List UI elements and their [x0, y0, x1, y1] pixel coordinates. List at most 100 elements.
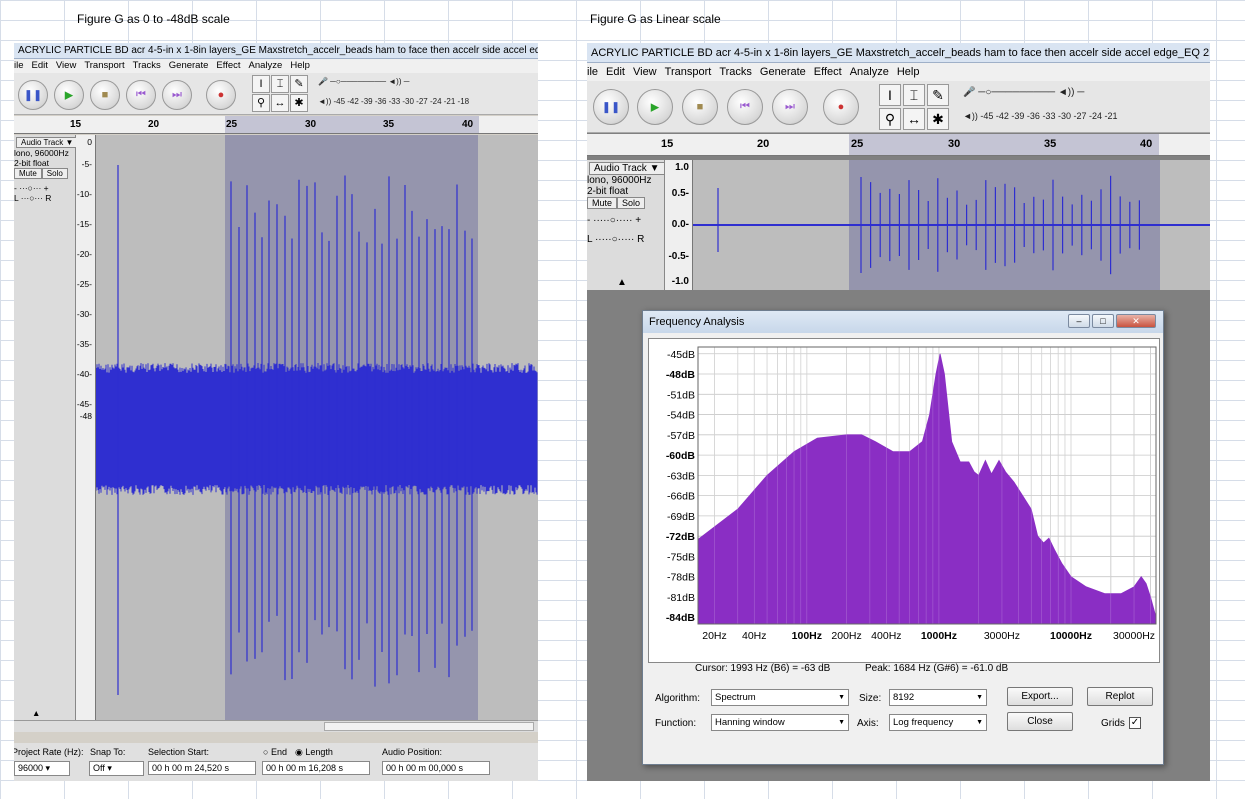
- menu-transport[interactable]: Transport: [665, 66, 712, 78]
- length-field[interactable]: 00 h 00 m 16,208 s: [262, 761, 370, 775]
- skip-end-button[interactable]: ⏭: [772, 89, 808, 125]
- gain-slider[interactable]: - ·····○····· +: [587, 215, 664, 226]
- menu-effect[interactable]: Effect: [814, 66, 842, 78]
- skip-start-button[interactable]: ⏮: [126, 80, 156, 110]
- track-name-menu[interactable]: Audio Track ▼: [589, 162, 665, 175]
- menu-file[interactable]: ile: [14, 60, 24, 71]
- track-rate: lono, 96000Hz: [587, 175, 652, 186]
- function-select[interactable]: Hanning window: [711, 714, 849, 731]
- selection-tool-button[interactable]: I: [252, 75, 270, 93]
- stop-icon: ■: [101, 89, 109, 101]
- audio-pos-field[interactable]: 00 h 00 m 00,000 s: [382, 761, 490, 775]
- waveform-linear[interactable]: [693, 160, 1210, 290]
- record-icon: ●: [837, 101, 845, 113]
- record-button[interactable]: ●: [206, 80, 236, 110]
- envelope-tool-button[interactable]: ⌶: [271, 75, 289, 93]
- menu-analyze[interactable]: Analyze: [850, 66, 889, 78]
- pan-slider[interactable]: L ·····○····· R: [587, 234, 664, 245]
- pan-slider[interactable]: L ···○··· R: [14, 193, 75, 203]
- timeshift-tool-button[interactable]: ↔: [271, 94, 289, 112]
- db-axis-label: -60dB: [666, 450, 696, 462]
- algorithm-select[interactable]: Spectrum: [711, 689, 849, 706]
- play-button[interactable]: ▶: [637, 89, 673, 125]
- collapse-icon[interactable]: ▲: [617, 277, 627, 288]
- grids-checkbox[interactable]: ✓: [1129, 717, 1141, 729]
- draw-tool-button[interactable]: ✎: [927, 84, 949, 106]
- menu-tracks[interactable]: Tracks: [133, 60, 161, 71]
- spectrum-plot-area: -45dB -48dB -51dB -54dB -57dB -60dB -63dB -66dB…: [648, 338, 1160, 663]
- ruler-tick: 20: [148, 119, 160, 130]
- record-icon: ●: [217, 89, 225, 101]
- menu-effect[interactable]: Effect: [216, 60, 240, 71]
- stop-button[interactable]: ■: [682, 89, 718, 125]
- menu-edit[interactable]: Edit: [606, 66, 625, 78]
- close-window-button[interactable]: ✕: [1116, 314, 1156, 328]
- spectrum-svg[interactable]: -45dB -48dB -51dB -54dB -57dB -60dB -63dB -66dB…: [649, 339, 1159, 662]
- db-tick: -25-: [76, 279, 92, 289]
- db-axis-label: -72dB: [666, 531, 696, 543]
- menu-transport[interactable]: Transport: [84, 60, 124, 71]
- skip-end-button[interactable]: ⏭: [162, 80, 192, 110]
- play-button[interactable]: ▶: [54, 80, 84, 110]
- end-radio[interactable]: ○ End: [263, 747, 287, 757]
- draw-tool-button[interactable]: ✎: [290, 75, 308, 93]
- menu-tracks[interactable]: Tracks: [719, 66, 752, 78]
- stop-icon: ■: [696, 101, 704, 113]
- menu-view[interactable]: View: [633, 66, 657, 78]
- menu-file[interactable]: ile: [587, 66, 598, 78]
- selection-tool-button[interactable]: I: [879, 84, 901, 106]
- solo-button[interactable]: Solo: [41, 168, 68, 179]
- close-button[interactable]: Close: [1007, 712, 1073, 731]
- toolbar: ❚❚ ▶ ■ ⏮ ⏭ ● I ⌶ ✎ ⚲ ↔ ✱ 🎤 ─○──────── ◄)…: [14, 73, 538, 115]
- horizontal-scrollbar[interactable]: [14, 720, 538, 732]
- axis-label: Axis:: [857, 718, 879, 729]
- zoom-tool-button[interactable]: ⚲: [252, 94, 270, 112]
- db-tick: -30-: [76, 309, 92, 319]
- selection-toolbar: Project Rate (Hz): 96000 ▾ Snap To: Off …: [14, 743, 538, 781]
- zoom-tool-button[interactable]: ⚲: [879, 108, 901, 130]
- timeshift-tool-button[interactable]: ↔: [903, 108, 925, 130]
- menu-analyze[interactable]: Analyze: [249, 60, 283, 71]
- waveform-db[interactable]: [96, 135, 538, 720]
- multi-tool-button[interactable]: ✱: [290, 94, 308, 112]
- axis-select[interactable]: Log frequency: [889, 714, 987, 731]
- track-name-menu[interactable]: Audio Track ▼: [16, 137, 79, 148]
- solo-button[interactable]: Solo: [617, 197, 646, 209]
- project-rate-select[interactable]: 96000 ▾: [14, 761, 70, 776]
- maximize-button[interactable]: □: [1092, 314, 1114, 328]
- project-rate-label: Project Rate (Hz):: [14, 747, 84, 757]
- ruler-tick: 40: [1140, 138, 1153, 150]
- pause-button[interactable]: ❚❚: [18, 80, 48, 110]
- collapse-icon[interactable]: ▲: [32, 708, 40, 718]
- sel-start-field[interactable]: 00 h 00 m 24,520 s: [148, 761, 256, 775]
- minimize-button[interactable]: ‒: [1068, 314, 1090, 328]
- ruler-tick: 25: [226, 119, 238, 130]
- menu-edit[interactable]: Edit: [32, 60, 48, 71]
- timeline-ruler[interactable]: 15 20 25 30 35 40: [14, 116, 538, 134]
- multi-tool-button[interactable]: ✱: [927, 108, 949, 130]
- size-select[interactable]: 8192: [889, 689, 987, 706]
- export-button[interactable]: Export...: [1007, 687, 1073, 706]
- menu-view[interactable]: View: [56, 60, 76, 71]
- pause-button[interactable]: ❚❚: [593, 89, 629, 125]
- mute-button[interactable]: Mute: [14, 168, 42, 179]
- envelope-tool-button[interactable]: ⌶: [903, 84, 925, 106]
- meter-scale: -45 -42 -39 -36 -33 -30 -27 -24 -21 -18: [333, 97, 470, 106]
- menu-help[interactable]: Help: [897, 66, 920, 78]
- skip-start-button[interactable]: ⏮: [727, 89, 763, 125]
- menu-generate[interactable]: Generate: [760, 66, 806, 78]
- gain-slider[interactable]: - ···○··· +: [14, 183, 75, 193]
- menu-help[interactable]: Help: [290, 60, 310, 71]
- stop-button[interactable]: ■: [90, 80, 120, 110]
- db-tick: 0: [87, 137, 92, 147]
- mute-button[interactable]: Mute: [587, 197, 618, 209]
- snap-select[interactable]: Off ▾: [89, 761, 144, 776]
- timeline-ruler[interactable]: 15 20 25 30 35 40: [587, 134, 1210, 156]
- ruler-tick: 25: [851, 138, 864, 150]
- track-format: 2-bit float: [14, 158, 49, 168]
- toolbar: ❚❚ ▶ ■ ⏮ ⏭ ● I ⌶ ✎ ⚲ ↔ ✱ 🎤 ─○───────── ◄…: [587, 81, 1210, 133]
- length-radio[interactable]: ◉ Length: [295, 747, 333, 758]
- menu-generate[interactable]: Generate: [169, 60, 209, 71]
- record-button[interactable]: ●: [823, 89, 859, 125]
- replot-button[interactable]: Replot: [1087, 687, 1153, 706]
